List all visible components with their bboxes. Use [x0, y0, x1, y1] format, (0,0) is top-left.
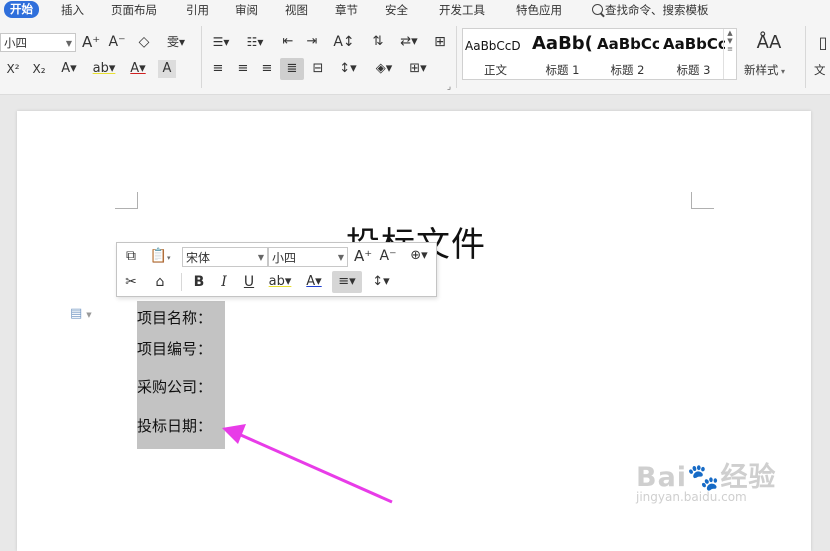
arrow-shaft: [233, 430, 393, 504]
watermark-brand: Bai: [636, 462, 688, 493]
paw-icon: 🐾: [687, 463, 721, 493]
arrow-head: [222, 424, 246, 444]
watermark-brand-cn: 经验: [720, 462, 777, 493]
annotation-arrow: [222, 424, 393, 504]
watermark: Bai🐾经验 jingyan.baidu.com: [636, 455, 776, 504]
